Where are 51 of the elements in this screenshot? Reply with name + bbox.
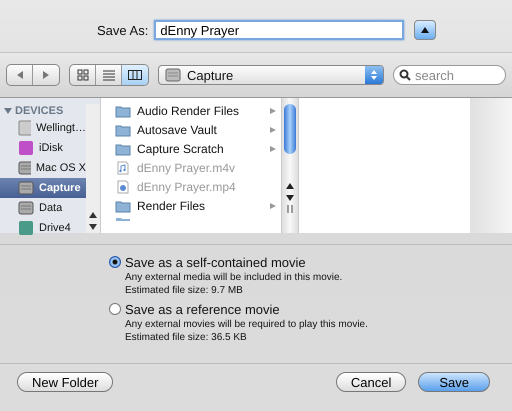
expand-button[interactable] <box>414 20 436 40</box>
save-as-label: Save As: <box>97 22 148 38</box>
updown-icon <box>370 69 378 81</box>
sidebar-item[interactable]: Wellingt… <box>0 118 86 138</box>
file-row[interactable]: Capture Scratch <box>101 139 281 158</box>
drive-icon <box>18 120 32 136</box>
folder-icon <box>115 122 131 136</box>
disclosure-icon <box>4 107 12 115</box>
radio-button[interactable] <box>109 256 121 268</box>
option-label: Save as a reference movie <box>125 302 281 317</box>
file-size-text: Estimated file size: 9.7 MB <box>125 285 244 296</box>
video-file-icon <box>115 180 131 194</box>
cancel-button[interactable]: Cancel <box>336 372 406 392</box>
columns-icon <box>128 69 142 81</box>
drive-icon <box>18 180 34 196</box>
triangle-icon <box>420 26 430 34</box>
drive-icon <box>18 160 31 176</box>
option-note: Any external media will be included in this movie. <box>125 272 342 283</box>
sidebar-item[interactable]: Drive4 <box>0 218 86 238</box>
file-row[interactable]: Autosave Vault <box>101 120 281 139</box>
filename-field[interactable]: dEnny Prayer <box>154 20 404 40</box>
forward-icon <box>41 70 51 80</box>
radio-button[interactable] <box>109 303 121 315</box>
sidebar-item[interactable]: Data <box>0 198 86 218</box>
scroll-thumb[interactable] <box>284 104 296 154</box>
sidebar-item[interactable]: Mac OS X <box>0 158 86 178</box>
column-view-button[interactable] <box>122 65 148 85</box>
folder-icon <box>115 104 131 118</box>
folder-icon <box>115 215 131 221</box>
drive-icon <box>18 200 34 216</box>
clock-drive-icon <box>18 220 34 236</box>
devices-heading[interactable]: DEVICES <box>0 104 86 118</box>
list-icon <box>102 69 114 81</box>
grid-icon <box>76 69 88 81</box>
location-popup[interactable]: Capture <box>158 65 384 85</box>
option-note: Any external movies will be required to play this movie. <box>125 319 368 330</box>
save-button[interactable]: Save <box>418 372 490 392</box>
folder-icon <box>115 142 131 156</box>
folder-icon <box>115 198 131 212</box>
file-size-text: Estimated file size: 36.5 KB <box>125 332 248 343</box>
sidebar-item[interactable]: Capture <box>0 178 86 198</box>
search-field[interactable]: search <box>393 65 506 85</box>
drive-icon <box>165 68 181 82</box>
option-label: Save as a self-contained movie <box>125 255 307 270</box>
file-row[interactable]: Render Files <box>101 196 281 215</box>
new-folder-button[interactable]: New Folder <box>17 372 114 392</box>
sidebar-item[interactable]: iDisk <box>0 138 86 158</box>
search-icon <box>399 69 411 81</box>
music-file-icon <box>115 160 131 174</box>
back-icon <box>14 70 24 80</box>
file-row[interactable]: Audio Render Files <box>101 101 281 120</box>
